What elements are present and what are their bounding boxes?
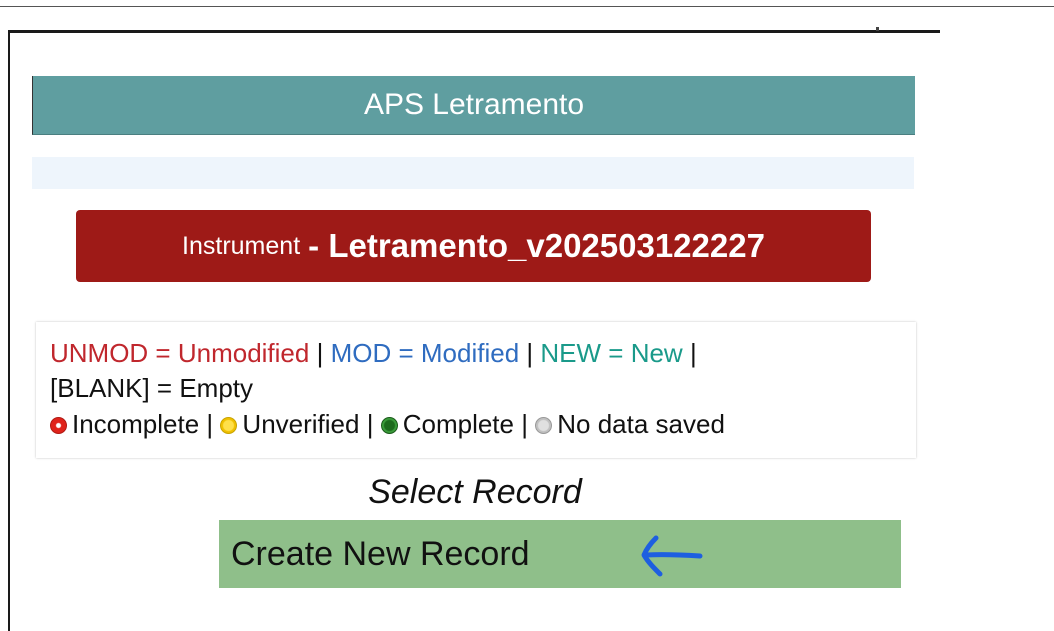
legend-row-blank: [BLANK] = Empty bbox=[50, 373, 253, 404]
legend-complete: Complete bbox=[402, 409, 514, 439]
instrument-banner: Instrument - Letramento_v202503122227 bbox=[76, 210, 871, 282]
instrument-name: - Letramento_v202503122227 bbox=[308, 227, 765, 265]
legend-mod: MOD = Modified bbox=[330, 338, 520, 368]
legend-blank: [BLANK] = Empty bbox=[50, 373, 254, 403]
select-record-title: Select Record bbox=[368, 473, 582, 511]
create-new-record-label: Create New Record bbox=[231, 534, 530, 573]
no-data-status-icon bbox=[535, 417, 553, 434]
status-legend: UNMOD = Unmodified | MOD = Modified | NE… bbox=[36, 322, 916, 458]
legend-sep: | bbox=[366, 409, 374, 439]
window-frame-top bbox=[8, 30, 940, 33]
legend-incomplete: Incomplete bbox=[72, 409, 200, 439]
window-frame-left bbox=[8, 30, 10, 631]
complete-status-icon bbox=[380, 417, 398, 434]
legend-row-status: Incomplete | Unverified | Complete | No … bbox=[50, 409, 725, 440]
legend-sep: | bbox=[521, 409, 528, 439]
legend-sep: | bbox=[316, 338, 324, 368]
legend-sep: | bbox=[526, 338, 534, 368]
legend-unmod: UNMOD = Unmodified bbox=[50, 338, 310, 368]
top-divider bbox=[0, 6, 1054, 7]
info-strip bbox=[32, 157, 914, 189]
instrument-separator: - bbox=[308, 227, 320, 264]
app-header: APS Letramento bbox=[32, 76, 915, 135]
unverified-status-icon bbox=[220, 417, 238, 434]
instrument-title: Letramento_v202503122227 bbox=[328, 227, 765, 264]
legend-sep: | bbox=[206, 409, 214, 439]
incomplete-status-icon bbox=[50, 417, 67, 434]
legend-row-modification: UNMOD = Unmodified | MOD = Modified | NE… bbox=[50, 338, 697, 369]
legend-new: NEW = New bbox=[540, 338, 683, 368]
instrument-label: Instrument bbox=[182, 231, 301, 260]
legend-unverified: Unverified bbox=[242, 409, 360, 439]
legend-no-data: No data saved bbox=[557, 409, 725, 439]
app-title: APS Letramento bbox=[363, 88, 585, 121]
frame-mark bbox=[876, 27, 879, 31]
legend-sep: | bbox=[689, 338, 697, 368]
create-new-record-button[interactable]: Create New Record bbox=[219, 520, 901, 588]
arrow-left-icon bbox=[641, 535, 703, 577]
